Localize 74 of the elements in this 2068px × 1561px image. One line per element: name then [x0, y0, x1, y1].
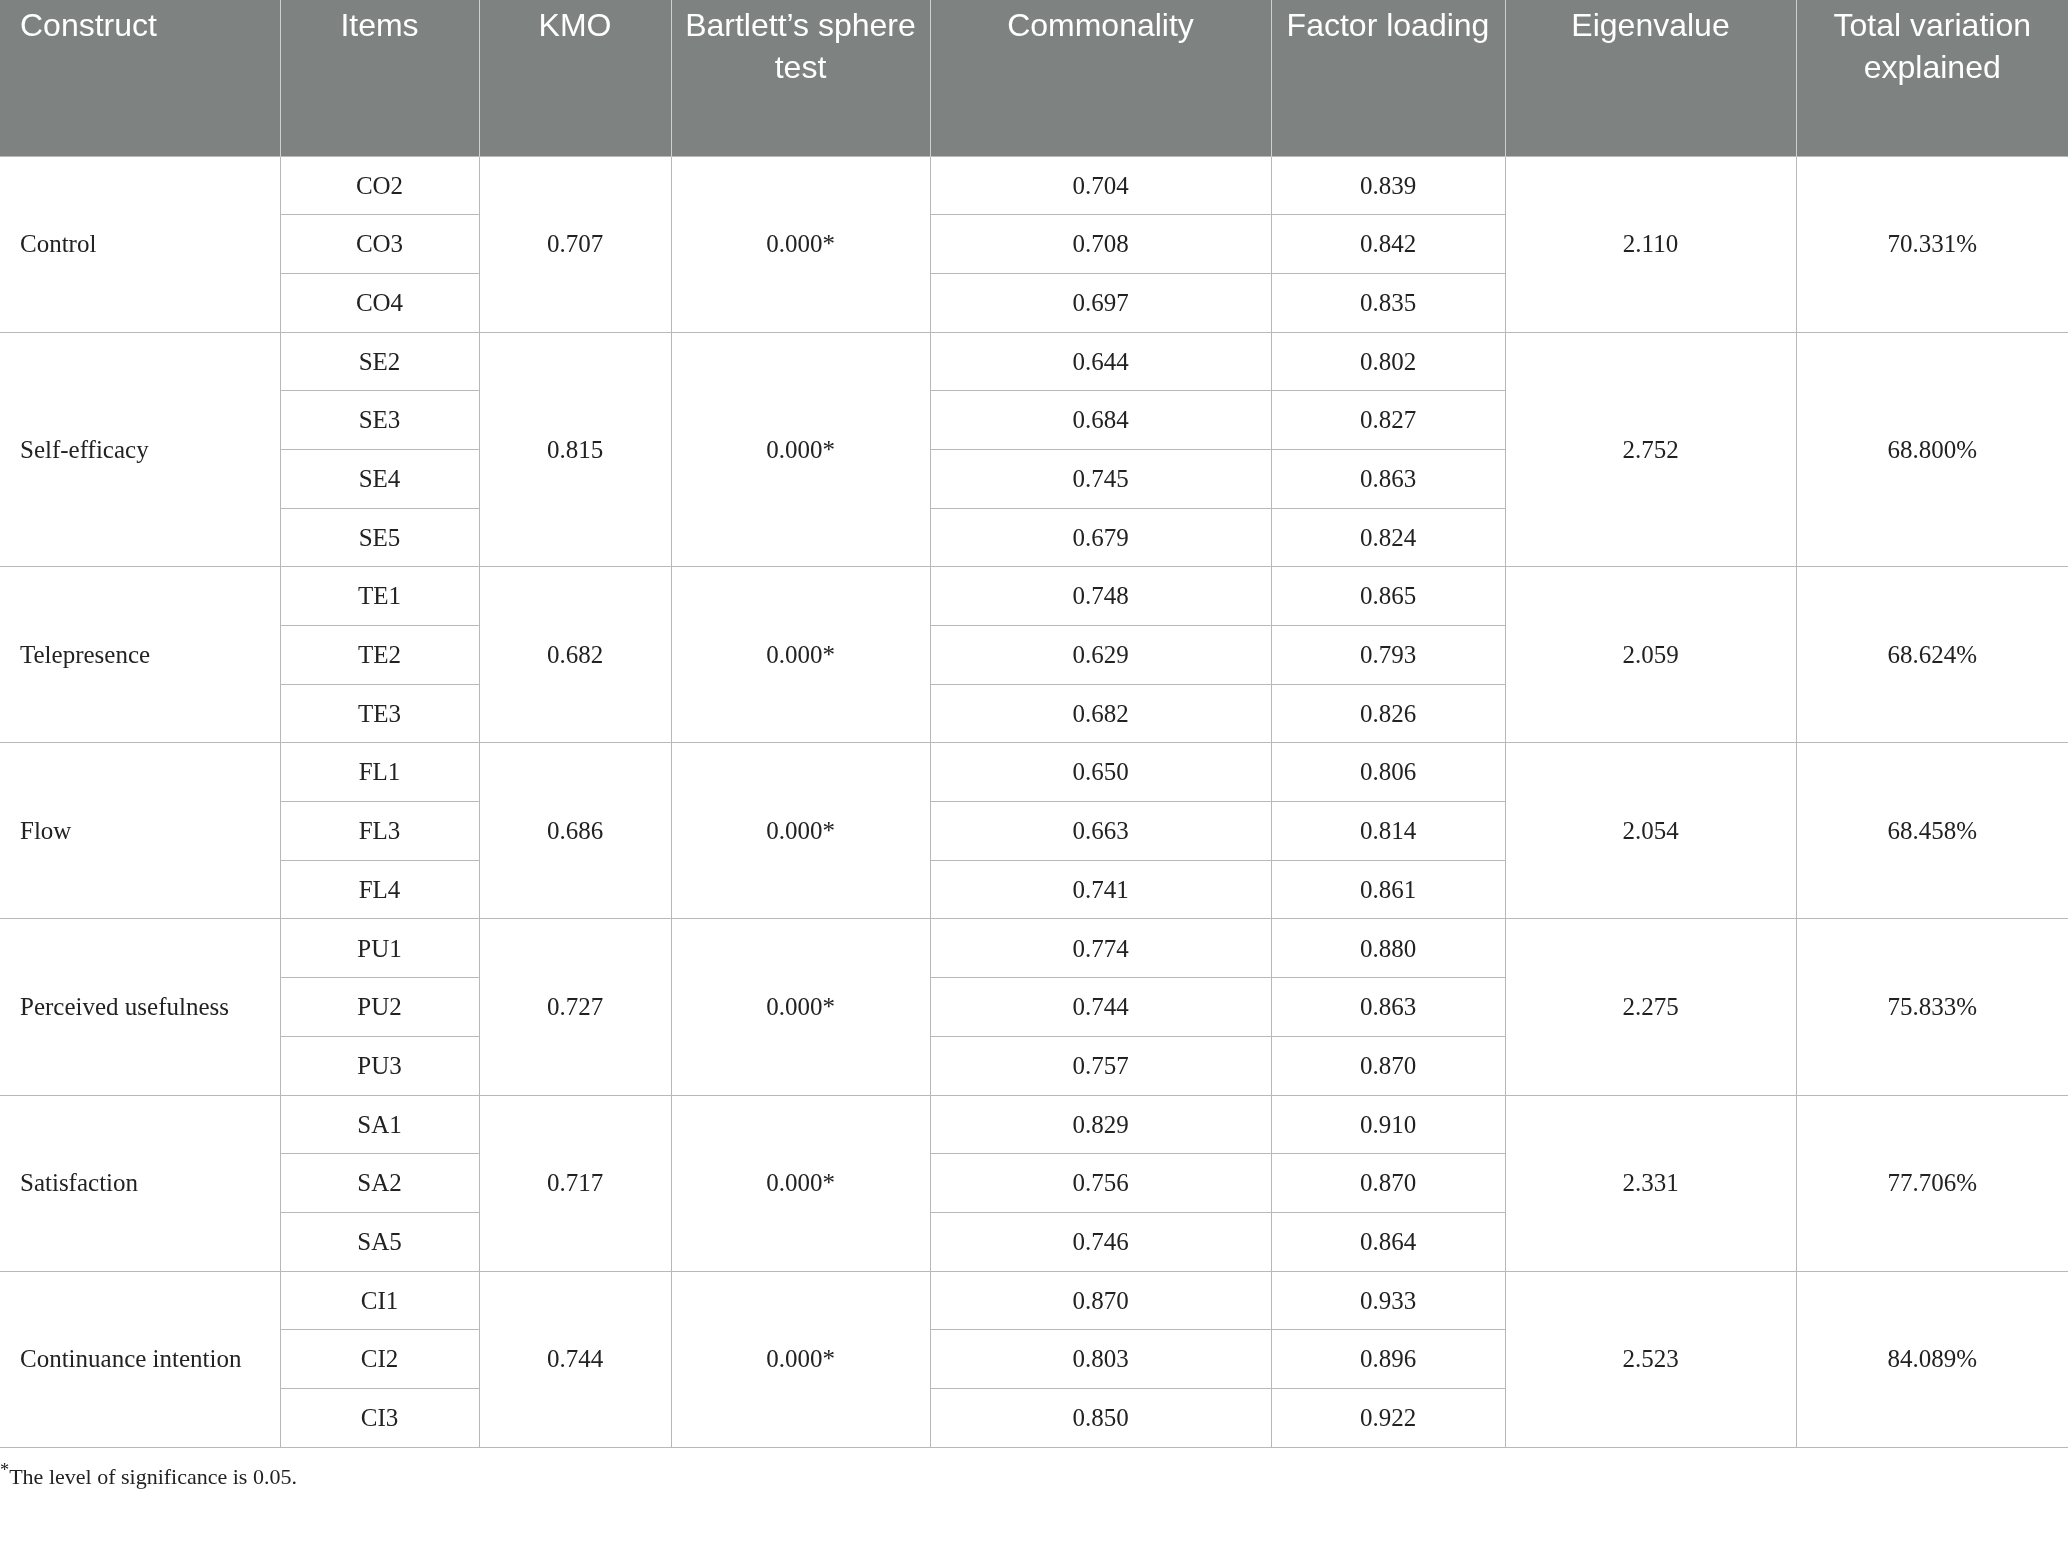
table-cell: 0.000*	[671, 156, 930, 333]
table-cell: 0.682	[930, 684, 1271, 743]
table-cell: 0.000*	[671, 1095, 930, 1272]
table-cell: 0.650	[930, 742, 1271, 802]
table-cell: 2.523	[1505, 1271, 1796, 1448]
table-cell: 0.697	[930, 273, 1271, 333]
table-cell: 0.000*	[671, 742, 930, 919]
table-cell: 2.110	[1505, 156, 1796, 333]
table-cell: 0.910	[1271, 1095, 1505, 1154]
table-cell: 2.331	[1505, 1095, 1796, 1272]
column-header: Items	[280, 0, 479, 156]
table-cell: 0.741	[930, 860, 1271, 919]
table-cell: 0.744	[479, 1271, 671, 1448]
table-cell: 0.629	[930, 625, 1271, 685]
table-cell: 0.644	[930, 332, 1271, 391]
table-cell: 0.933	[1271, 1271, 1505, 1330]
table-cell: 0.000*	[671, 332, 930, 567]
table-cell: PU1	[280, 918, 479, 978]
column-header: Total variation explained	[1796, 0, 2068, 156]
table-cell: 0.000*	[671, 1271, 930, 1448]
table-cell: Self-efficacy	[0, 332, 280, 567]
table-cell: 0.745	[930, 449, 1271, 509]
table-cell: 0.829	[930, 1095, 1271, 1154]
table-cell: 0.815	[479, 332, 671, 567]
table-cell: 0.748	[930, 566, 1271, 626]
table-cell: 2.054	[1505, 742, 1796, 919]
table-cell: Telepresence	[0, 566, 280, 743]
column-header: Bartlett’s sphere test	[671, 0, 930, 156]
table-cell: FL1	[280, 742, 479, 802]
table-cell: TE1	[280, 566, 479, 626]
table-cell: SA1	[280, 1095, 479, 1154]
table-cell: 0.663	[930, 801, 1271, 861]
table-cell: 0.839	[1271, 156, 1505, 215]
table-cell: 0.704	[930, 156, 1271, 215]
column-header: Factor loading	[1271, 0, 1505, 156]
table-cell: 0.803	[930, 1329, 1271, 1389]
table-cell: 0.717	[479, 1095, 671, 1272]
table-cell: CI1	[280, 1271, 479, 1330]
table-cell: 0.880	[1271, 918, 1505, 978]
table-cell: 0.850	[930, 1388, 1271, 1448]
table-cell: 0.682	[479, 566, 671, 743]
table-cell: 0.000*	[671, 918, 930, 1095]
table-cell: 0.870	[930, 1271, 1271, 1330]
table-cell: Perceived usefulness	[0, 918, 280, 1095]
table-cell: 0.707	[479, 156, 671, 333]
table-cell: 0.708	[930, 214, 1271, 274]
table-cell: 2.752	[1505, 332, 1796, 567]
table-cell: Control	[0, 156, 280, 333]
table-cell: CO2	[280, 156, 479, 215]
footnote: $^{*}$The level of significance is 0.05.	[0, 1459, 297, 1490]
column-header: Commonality	[930, 0, 1271, 156]
table-cell: 0.802	[1271, 332, 1505, 391]
table-cell: 0.679	[930, 508, 1271, 567]
table-cell: SE2	[280, 332, 479, 391]
table-cell: 0.774	[930, 918, 1271, 978]
table-cell: 2.275	[1505, 918, 1796, 1095]
table-cell: 0.865	[1271, 566, 1505, 626]
table-cell: 0.806	[1271, 742, 1505, 802]
column-header: KMO	[479, 0, 671, 156]
table-cell: 0.684	[930, 390, 1271, 450]
table-cell: 2.059	[1505, 566, 1796, 743]
table-cell: Continuance intention	[0, 1271, 280, 1448]
column-header: Eigenvalue	[1505, 0, 1796, 156]
table-cell: 0.757	[930, 1036, 1271, 1095]
table-cell: 0.727	[479, 918, 671, 1095]
table-cell: Satisfaction	[0, 1095, 280, 1272]
column-header: Construct	[0, 0, 280, 156]
table-cell: 0.746	[930, 1212, 1271, 1272]
table-cell: 0.686	[479, 742, 671, 919]
table-cell: 0.744	[930, 977, 1271, 1037]
table-cell: 70.331%	[1796, 156, 2068, 333]
table-cell: 0.000*	[671, 566, 930, 743]
table-cell: Flow	[0, 742, 280, 919]
table-cell: 0.756	[930, 1153, 1271, 1213]
